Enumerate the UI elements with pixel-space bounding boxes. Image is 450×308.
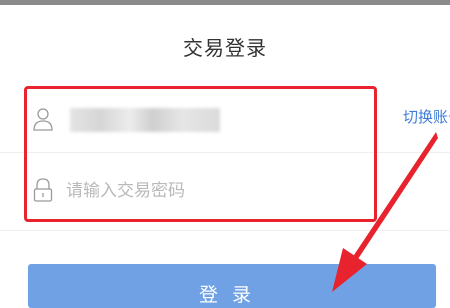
password-row[interactable] xyxy=(28,168,373,214)
password-input[interactable] xyxy=(66,176,356,206)
user-icon xyxy=(32,106,54,134)
switch-account-link[interactable]: 切换账号 xyxy=(403,106,450,127)
lock-icon xyxy=(32,176,54,204)
login-button[interactable]: 登录 xyxy=(28,264,436,308)
divider xyxy=(0,230,450,231)
username-row[interactable] xyxy=(28,98,373,144)
divider xyxy=(0,152,450,153)
page-title: 交易登录 xyxy=(183,36,267,60)
status-bar xyxy=(0,0,450,5)
username-field[interactable] xyxy=(70,108,220,132)
